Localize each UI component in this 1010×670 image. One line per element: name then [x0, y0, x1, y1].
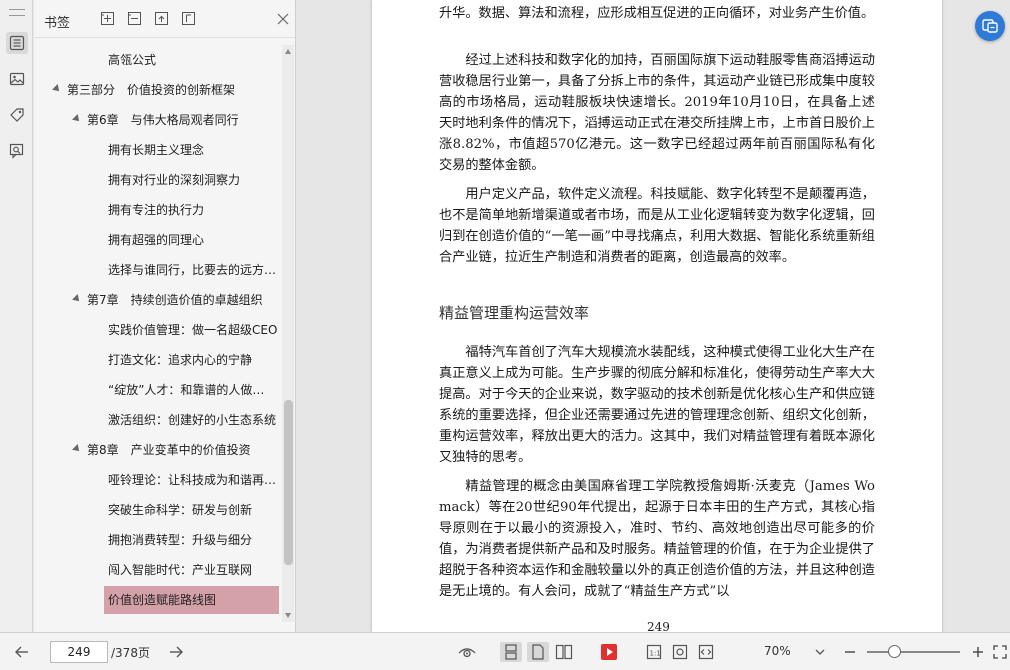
continuous-page-icon[interactable]	[500, 642, 522, 662]
comment-search-icon[interactable]	[6, 140, 28, 162]
bookmark-label: 价值创造赋能路线图	[108, 593, 217, 607]
add-bookmark-icon[interactable]	[100, 11, 115, 26]
bookmark-item[interactable]: 高瓴公式	[34, 45, 282, 75]
zoom-level-display[interactable]: 70%	[764, 644, 791, 658]
bookmark-label: 第三部分 价值投资的创新框架	[67, 83, 236, 97]
bookmark-item[interactable]: “绽放”人才：和靠谱的人做…	[34, 375, 282, 405]
bookmark-panel: 书签 高瓴公式第三部分 价值投资的创新框架第6章 与伟大格局观者同行拥有长期主义…	[34, 0, 296, 632]
previous-page-icon[interactable]	[12, 642, 32, 662]
bookmark-label: 闯入智能时代：产业互联网	[108, 563, 253, 577]
bookmark-label: 选择与谁同行，比要去的远方…	[108, 263, 277, 277]
page-total-label: /378页	[111, 646, 150, 660]
bookmark-item[interactable]: 闯入智能时代：产业互联网	[34, 555, 282, 585]
drag-grip-icon[interactable]	[9, 9, 25, 16]
bookmark-label: “绽放”人才：和靠谱的人做…	[108, 383, 265, 397]
bookmark-item[interactable]: 选择与谁同行，比要去的远方…	[34, 255, 282, 285]
expand-triangle-icon[interactable]	[72, 294, 82, 304]
fit-width-icon[interactable]	[695, 642, 717, 662]
paragraph-5: 精益管理的概念由美国麻省理工学院教授詹姆斯·沃麦克（James Womack）等…	[439, 479, 875, 599]
document-page: 升华。数据、算法和流程，应形成相互促进的正向循环，对业务产生价值。 经过上述科技…	[372, 0, 942, 634]
expand-triangle-icon[interactable]	[72, 114, 82, 124]
bookmark-item[interactable]: 实践价值管理：做一名超级CEO	[34, 315, 282, 345]
zoom-slider-track[interactable]	[867, 651, 960, 653]
scroll-down-icon[interactable]	[285, 613, 291, 618]
bookmark-section[interactable]: 第8章 产业变革中的价值投资	[34, 435, 282, 465]
fullscreen-icon[interactable]	[991, 642, 1009, 662]
fit-page-icon[interactable]	[669, 642, 691, 662]
bookmark-item[interactable]: 拥抱消费转型：升级与细分	[34, 525, 282, 555]
left-icon-rail	[0, 0, 33, 632]
bookmark-label: 第8章 产业变革中的价值投资	[87, 443, 251, 457]
bookmark-item[interactable]: 拥有长期主义理念	[34, 135, 282, 165]
section-heading: 精益管理重构运营效率	[439, 304, 590, 322]
bookmark-label: 拥有超强的同理心	[108, 233, 205, 247]
bookmark-item[interactable]: 拥有专注的执行力	[34, 195, 282, 225]
image-icon[interactable]	[6, 68, 28, 90]
bookmark-label: 拥有长期主义理念	[108, 143, 205, 157]
bookmark-section[interactable]: 第7章 持续创造价值的卓越组织	[34, 285, 282, 315]
actual-size-icon[interactable]: 1:1	[643, 642, 665, 662]
tag-icon[interactable]	[6, 104, 28, 126]
bookmark-item[interactable]: 拥有超强的同理心	[34, 225, 282, 255]
page-number-input[interactable]	[50, 641, 108, 663]
bookmark-item[interactable]: 拥有对行业的深刻洞察力	[34, 165, 282, 195]
bookmark-label: 拥抱消费转型：升级与细分	[108, 533, 253, 547]
zoom-slider-knob[interactable]	[888, 645, 902, 658]
close-panel-icon[interactable]	[277, 13, 289, 25]
floating-translate-button[interactable]	[975, 11, 1005, 41]
bookmark-tree: 高瓴公式 第三部分 价值投资的创新框架 第6章 与伟大格局观者同行 拥有长期主义理念拥…	[34, 45, 282, 620]
svg-text:1:1: 1:1	[650, 650, 661, 658]
expand-triangle-icon[interactable]	[52, 84, 62, 94]
bookmark-label: 第7章 持续创造价值的卓越组织	[87, 293, 263, 307]
bookmark-section[interactable]: 第6章 与伟大格局观者同行	[34, 105, 282, 135]
play-slideshow-icon[interactable]	[598, 642, 620, 662]
expand-triangle-icon[interactable]	[72, 444, 82, 454]
bookmark-label: 哑铃理论：让科技成为和谐再…	[108, 473, 277, 487]
zoom-dropdown-chevron-down-icon[interactable]	[812, 642, 828, 662]
bookmark-section[interactable]: 第三部分 价值投资的创新框架	[34, 75, 282, 105]
bookmark-panel-header: 书签	[34, 0, 295, 38]
bookmark-item[interactable]: 激活组织：创建好的小生态系统	[34, 405, 282, 435]
zoom-in-icon[interactable]	[969, 642, 987, 662]
expand-bookmarks-icon[interactable]	[154, 11, 169, 26]
bookmark-label: 拥有专注的执行力	[108, 203, 205, 217]
bookmark-label: 高瓴公式	[108, 53, 157, 67]
bookmark-label: 突破生命科学：研发与创新	[108, 503, 253, 517]
bookmark-panel-title: 书签	[44, 16, 71, 31]
bookmark-item[interactable]: 突破生命科学：研发与创新	[34, 495, 282, 525]
scroll-up-icon[interactable]	[285, 49, 291, 54]
zoom-out-icon[interactable]	[841, 642, 859, 662]
paragraph-1: 升华。数据、算法和流程，应形成相互促进的正向循环，对业务产生价值。	[439, 6, 875, 21]
scrollbar-thumb[interactable]	[284, 400, 293, 565]
bookmark-item[interactable]: 价值创造赋能路线图	[34, 585, 282, 615]
bookmark-scrollbar[interactable]	[282, 45, 294, 622]
bookmark-label: 打造文化：追求内心的宁静	[108, 353, 253, 367]
translate-icon	[982, 19, 998, 33]
bottom-toolbar: /378页 1:1 70%	[0, 632, 1010, 670]
bookmark-label: 激活组织：创建好的小生态系统	[108, 413, 277, 427]
bookmark-label: 实践价值管理：做一名超级CEO	[108, 323, 278, 337]
bookmark-item[interactable]: 哑铃理论：让科技成为和谐再…	[34, 465, 282, 495]
paragraph-3: 用户定义产品，软件定义流程。科技赋能、数字化转型不是颠覆再造，也不是简单地新增渠…	[439, 187, 875, 265]
bookmark-label: 拥有对行业的深刻洞察力	[108, 173, 241, 187]
next-page-icon[interactable]	[166, 642, 186, 662]
single-page-icon[interactable]	[527, 642, 549, 662]
bookmark-label: 第6章 与伟大格局观者同行	[87, 113, 239, 127]
two-page-icon[interactable]	[553, 642, 575, 662]
paragraph-4: 福特汽车首创了汽车大规模流水装配线，这种模式使得工业化大生产在真正意义上成为可能…	[439, 345, 875, 465]
reading-mode-eye-icon[interactable]	[456, 642, 478, 662]
bookmark-item[interactable]: 打造文化：追求内心的宁静	[34, 345, 282, 375]
bookmark-options-icon[interactable]	[181, 11, 196, 26]
bookmark-list-icon[interactable]	[6, 32, 28, 54]
remove-bookmark-icon[interactable]	[127, 11, 142, 26]
paragraph-2: 经过上述科技和数字化的加持，百丽国际旗下运动鞋服零售商滔搏运动营收稳居行业第一，…	[439, 53, 875, 173]
